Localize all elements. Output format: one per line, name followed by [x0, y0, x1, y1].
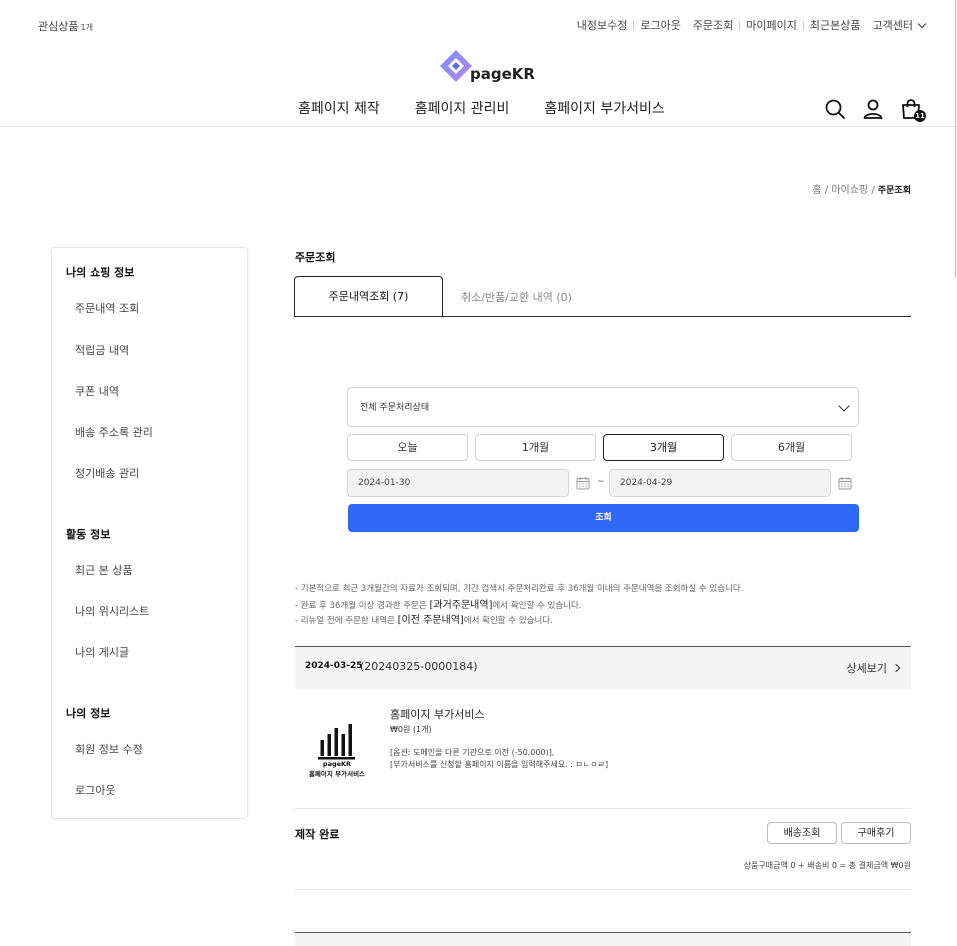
thumbnail-caption: pageKR: [322, 760, 352, 768]
logout-link[interactable]: 로그아웃: [640, 17, 680, 33]
search-button[interactable]: 조회: [348, 504, 859, 532]
breadcrumb-current: 주문조회: [877, 186, 911, 196]
mypage-sidebar: 나의 쇼핑 정보 주문내역 조회 적립금 내역 쿠폰 내역 배송 주소록 관리 …: [51, 247, 248, 819]
breadcrumb: 홈 / 마이쇼핑 / 주문조회: [812, 185, 911, 196]
wishlist-count: 1개: [80, 23, 93, 32]
header-icons: 11: [824, 98, 938, 122]
chevron-down-icon: [917, 19, 927, 28]
period-6month-button[interactable]: 6개월: [731, 434, 852, 461]
order-date: 2024-03-25: [305, 661, 363, 671]
sidebar-item-recent-products[interactable]: 최근 본 상품: [75, 562, 133, 578]
nav-item-homepage-maintenance[interactable]: 홈페이지 관리비: [415, 98, 510, 118]
order-number: (20240325-0000184): [360, 660, 478, 673]
sidebar-item-edit-profile[interactable]: 회원 정보 수정: [75, 741, 143, 757]
breadcrumb-myshopping[interactable]: 마이쇼핑: [831, 185, 868, 196]
order-detail-link[interactable]: 상세보기: [847, 660, 901, 676]
write-review-button[interactable]: 구매후기: [841, 822, 911, 844]
customer-center-link[interactable]: 고객센터: [873, 17, 913, 33]
breadcrumb-home[interactable]: 홈: [812, 185, 821, 196]
sidebar-section-title: 나의 정보: [66, 707, 111, 720]
logo-mark-icon: [440, 50, 472, 82]
order-status-value: 전체 주문처리상태: [360, 403, 430, 413]
cart-count-badge: 11: [914, 110, 926, 122]
past-orders-link[interactable]: [과거주문내역]: [429, 600, 492, 611]
page-title: 주문조회: [295, 251, 336, 264]
cart-icon[interactable]: 11: [900, 98, 926, 122]
recent-products-link[interactable]: 최근본상품: [810, 17, 861, 33]
product-option: [부가서비스를 신청할 홈페이지 이름을 입력해주세요. : ㅁㄴㅇㄹ]: [390, 760, 609, 769]
previous-orders-link[interactable]: [이전 주문내역]: [398, 615, 464, 626]
period-3month-button[interactable]: 3개월: [603, 434, 724, 461]
tab-cancel-return-exchange[interactable]: 취소/반품/교환 내역 (0): [461, 289, 572, 305]
date-to-input[interactable]: 2024-04-29: [609, 469, 831, 497]
divider: [295, 808, 911, 809]
wishlist-link[interactable]: 관심상품 1개: [38, 18, 93, 34]
logo-text: pageKR: [470, 65, 535, 83]
chevron-right-icon: [891, 663, 901, 673]
tab-order-history[interactable]: 주문내역조회 (7): [294, 276, 443, 317]
order-status: 제작 완료: [295, 828, 340, 841]
divider: [802, 20, 804, 30]
payment-summary: 상품구매금액 0 + 배송비 0 = 총 결제금액 ₩0원: [743, 861, 911, 870]
product-price: ₩0원 (1개): [390, 725, 432, 734]
utility-menu: 내정보수정 로그아웃 주문조회 마이페이지 최근본상품 고객센터: [577, 17, 927, 33]
nav-item-homepage-build[interactable]: 홈페이지 제작: [298, 98, 380, 118]
scrollbar[interactable]: [955, 0, 956, 278]
order-header: 2024-03-25 (20240325-0000184) 상세보기: [295, 646, 911, 689]
mypage-link[interactable]: 마이페이지: [746, 17, 797, 33]
tab-divider: [294, 316, 911, 317]
header-divider: [0, 126, 957, 127]
period-today-button[interactable]: 오늘: [347, 434, 468, 461]
divider: [295, 889, 911, 890]
sidebar-item-points[interactable]: 적립금 내역: [75, 342, 129, 358]
date-range-separator: ~: [597, 477, 605, 487]
thumbnail-caption: 홈페이지 부가서비스: [308, 770, 366, 778]
sidebar-item-logout[interactable]: 로그아웃: [75, 782, 115, 798]
site-logo[interactable]: pageKR: [438, 48, 535, 84]
sidebar-item-order-history[interactable]: 주문내역 조회: [75, 300, 139, 316]
notice-line: - 리뉴얼 전에 주문한 내역은 [이전 주문내역]에서 확인할 수 있습니다.: [295, 615, 553, 626]
sidebar-item-subscription[interactable]: 정기배송 관리: [75, 465, 139, 481]
nav-item-homepage-addon[interactable]: 홈페이지 부가서비스: [544, 98, 664, 118]
sidebar-item-wishlist[interactable]: 나의 위시리스트: [75, 603, 149, 619]
bar-chart-icon: [318, 724, 355, 760]
calendar-icon[interactable]: [576, 475, 590, 490]
date-from-input[interactable]: 2024-01-30: [347, 469, 569, 497]
order-header: [295, 932, 911, 946]
product-option: [옵션: 도메인을 다른 기관으로 이전 (-50,000)],: [390, 748, 555, 757]
calendar-icon[interactable]: [838, 475, 852, 490]
user-icon[interactable]: [862, 98, 884, 120]
notice-line: - 기본적으로 최근 3개월간의 자료가 조회되며, 기간 검색시 주문처리완료…: [295, 584, 744, 594]
notice-line: - 완료 후 36개월 이상 경과한 주문은 [과거주문내역]에서 확인할 수 …: [295, 600, 582, 611]
main-navigation: 홈페이지 제작 홈페이지 관리비 홈페이지 부가서비스: [298, 98, 700, 118]
divider: [633, 20, 635, 30]
wishlist-label: 관심상품: [38, 20, 79, 33]
sidebar-item-coupons[interactable]: 쿠폰 내역: [75, 383, 119, 399]
sidebar-section-title: 활동 정보: [66, 528, 111, 541]
order-status-select[interactable]: 전체 주문처리상태: [347, 387, 859, 427]
edit-info-link[interactable]: 내정보수정: [577, 17, 628, 33]
track-delivery-button[interactable]: 배송조회: [767, 822, 837, 844]
search-icon[interactable]: [824, 98, 846, 120]
sidebar-section-title: 나의 쇼핑 정보: [66, 266, 135, 279]
sidebar-item-my-posts[interactable]: 나의 게시글: [75, 644, 129, 660]
order-lookup-link[interactable]: 주문조회: [693, 17, 733, 33]
period-1month-button[interactable]: 1개월: [475, 434, 596, 461]
product-name[interactable]: 홈페이지 부가서비스: [390, 706, 485, 722]
sidebar-item-address-book[interactable]: 배송 주소록 관리: [75, 424, 153, 440]
divider: [739, 20, 741, 30]
chevron-down-icon: [838, 400, 850, 412]
